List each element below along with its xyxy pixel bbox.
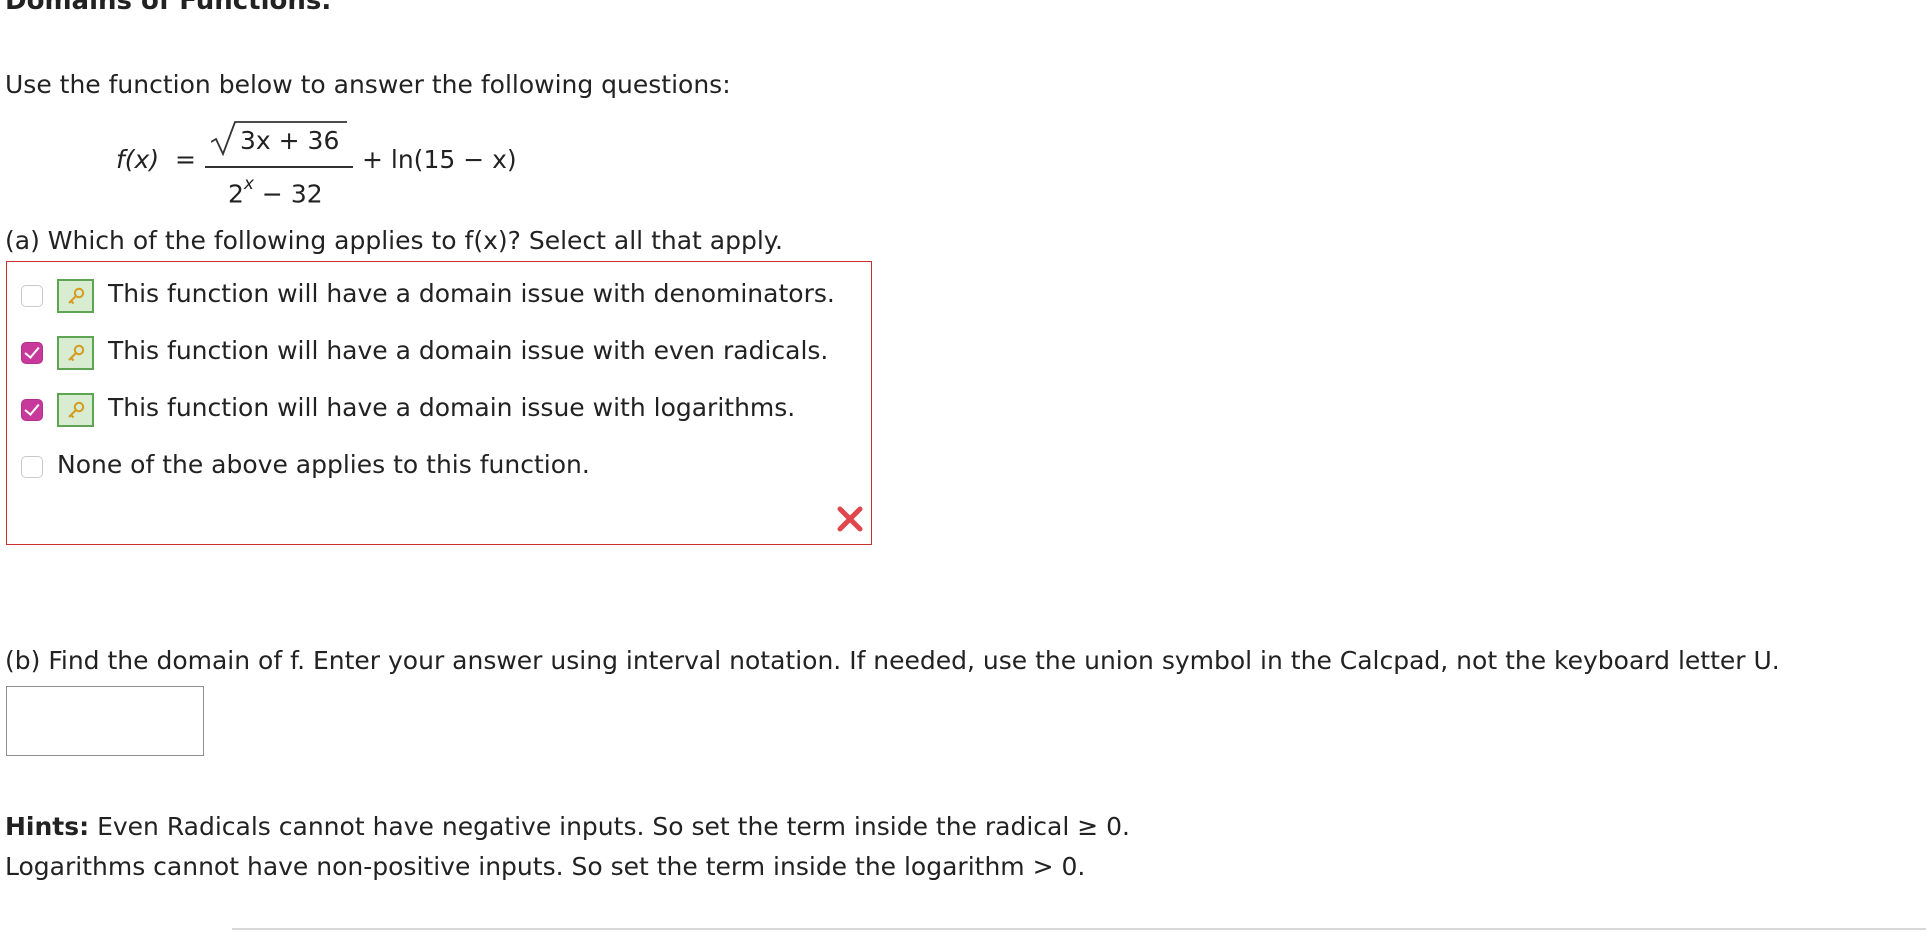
key-icon — [57, 393, 94, 427]
function-log-term: + ln(15 − x) — [362, 145, 517, 174]
option-label: None of the above applies to this functi… — [57, 450, 590, 479]
hints-label: Hints: — [5, 812, 90, 841]
domain-answer-input[interactable] — [6, 686, 204, 756]
option-even-radicals-checkbox[interactable] — [21, 342, 43, 364]
fraction-bar — [205, 166, 353, 168]
option-logarithms-checkbox[interactable] — [21, 399, 43, 421]
part-a-question: (a) Which of the following applies to f(… — [5, 226, 783, 255]
hint-line-2: Logarithms cannot have non-positive inpu… — [5, 852, 1086, 881]
function-numerator: 3x + 36 — [240, 126, 340, 155]
equals-sign: = — [175, 145, 196, 174]
option-none-checkbox[interactable] — [21, 456, 43, 478]
option-label: This function will have a domain issue w… — [108, 393, 796, 422]
option-label: This function will have a domain issue w… — [108, 279, 835, 308]
key-icon — [57, 336, 94, 370]
part-a-answer-box: This function will have a domain issue w… — [6, 261, 872, 545]
hint-line-1: Hints: Even Radicals cannot have negativ… — [5, 812, 1130, 841]
key-icon — [57, 279, 94, 313]
option-denominators-checkbox[interactable] — [21, 285, 43, 307]
part-b-question: (b) Find the domain of f. Enter your ans… — [5, 646, 1780, 675]
function-denominator: 2x − 32 — [228, 174, 323, 209]
section-title: Domains of Functions. — [5, 0, 332, 16]
intro-text: Use the function below to answer the fol… — [5, 70, 731, 99]
function-lhs: f(x) — [116, 145, 160, 174]
incorrect-x-icon — [837, 506, 863, 532]
option-label: This function will have a domain issue w… — [108, 336, 829, 365]
divider — [232, 928, 1926, 930]
